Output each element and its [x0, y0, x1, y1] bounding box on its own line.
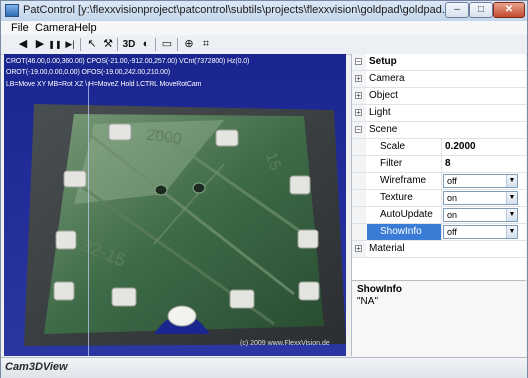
first-frame-icon[interactable]: ◀	[15, 37, 31, 52]
group-camera[interactable]: + Camera	[352, 71, 526, 88]
wrench-icon[interactable]: ⚒	[100, 37, 116, 52]
group-label: Object	[369, 90, 398, 101]
toolbar-separator	[80, 38, 81, 51]
group-scene[interactable]: − Scene	[352, 122, 526, 139]
view-3d-button[interactable]: 3D	[121, 37, 137, 52]
minimize-button[interactable]: –	[445, 2, 469, 18]
prop-name: Filter	[380, 158, 403, 169]
prop-texture[interactable]: Texture on ▼	[352, 190, 526, 207]
expand-icon[interactable]: +	[355, 245, 362, 253]
group-label: Light	[369, 107, 391, 118]
expand-icon[interactable]: +	[355, 75, 362, 83]
app-window: PatControl [y:\flexxvisionproject\patcon…	[0, 0, 528, 378]
pointer-icon[interactable]: ↖	[84, 37, 100, 52]
cursor-line	[88, 82, 89, 356]
menu-bar: File Camera Help	[1, 21, 527, 35]
menu-camera[interactable]: Camera	[35, 22, 74, 34]
controls-help: LB=Move XY MB=Rot XZ \ H=MoveZ Hold LCTR…	[6, 81, 202, 88]
chevron-down-icon[interactable]: ▼	[506, 226, 517, 238]
object-info: OROT(-19.00,0.00,0.00) OFOS(-19.00,242.0…	[6, 69, 170, 76]
prop-name: Texture	[380, 192, 413, 203]
pad-render: 2000 32-15 15	[4, 54, 346, 356]
last-frame-icon[interactable]: ▶|	[62, 37, 78, 52]
showinfo-select[interactable]: off ▼	[443, 225, 518, 239]
status-text: Cam3DView	[5, 361, 68, 373]
fit-view-icon[interactable]: ⊕	[181, 37, 197, 52]
frame-icon[interactable]: ▭	[159, 37, 175, 52]
camera-info: CROT(46.00,0.00,360.00) CPOS(-21.00,-912…	[6, 58, 250, 65]
prop-wireframe[interactable]: Wireframe off ▼	[352, 173, 526, 190]
chevron-down-icon[interactable]: ▼	[506, 175, 517, 187]
collapse-icon[interactable]: −	[355, 58, 362, 66]
group-light[interactable]: + Light	[352, 105, 526, 122]
chevron-down-icon[interactable]: ▼	[506, 209, 517, 221]
toolbar-separator	[177, 38, 178, 51]
expand-icon[interactable]: +	[355, 109, 362, 117]
title-bar[interactable]: PatControl [y:\flexxvisionproject\patcon…	[1, 1, 527, 22]
help-title: ShowInfo	[357, 284, 402, 295]
prop-name: Wireframe	[380, 175, 427, 186]
prop-autoupdate[interactable]: AutoUpdate on ▼	[352, 207, 526, 224]
group-label: Material	[369, 243, 405, 254]
collapse-icon[interactable]: −	[355, 126, 362, 134]
prop-scale[interactable]: Scale 0.2000	[352, 139, 526, 156]
watermark: (c) 2009 www.FlexxVision.de	[240, 340, 330, 347]
render-icon[interactable]: ◐	[138, 37, 154, 52]
close-button[interactable]: ✕	[493, 2, 525, 18]
maximize-button[interactable]: □	[469, 2, 493, 18]
window-title: PatControl [y:\flexxvisionproject\patcon…	[23, 4, 463, 16]
prop-name: AutoUpdate	[380, 209, 433, 220]
toolbar-separator	[155, 38, 156, 51]
3d-viewport[interactable]: 2000 32-15 15 CROT(46.00,0.00,360.00) CP…	[4, 54, 346, 356]
chevron-down-icon[interactable]: ▼	[506, 192, 517, 204]
group-label: Setup	[369, 56, 397, 67]
filter-value[interactable]: 8	[445, 158, 451, 169]
play-icon[interactable]: ▶	[32, 37, 48, 52]
expand-icon[interactable]: +	[355, 92, 362, 100]
prop-name: Scale	[380, 141, 406, 152]
group-label: Scene	[369, 124, 398, 135]
group-object[interactable]: + Object	[352, 88, 526, 105]
crop-icon[interactable]: ⌗	[198, 37, 214, 52]
status-bar: Cam3DView	[1, 357, 527, 378]
group-label: Camera	[369, 73, 405, 84]
menu-file[interactable]: File	[11, 22, 29, 34]
texture-select[interactable]: on ▼	[443, 191, 518, 205]
group-material[interactable]: + Material	[352, 241, 526, 258]
prop-filter[interactable]: Filter 8	[352, 156, 526, 173]
autoupdate-select[interactable]: on ▼	[443, 208, 518, 222]
help-description: "NA"	[357, 296, 378, 307]
toolbar-separator	[117, 38, 118, 51]
app-icon	[5, 4, 19, 17]
toolbar: ◀ ▶ ❚❚ ▶| ↖ ⚒ 3D ◐ ▭ ⊕ ⌗	[1, 35, 527, 55]
scale-value[interactable]: 0.2000	[445, 141, 476, 152]
prop-showinfo[interactable]: ShowInfo off ▼	[352, 224, 526, 241]
prop-name: ShowInfo	[380, 226, 422, 237]
group-setup[interactable]: − Setup	[352, 54, 526, 71]
menu-help[interactable]: Help	[74, 22, 97, 34]
wireframe-select[interactable]: off ▼	[443, 174, 518, 188]
pause-icon[interactable]: ❚❚	[47, 37, 63, 52]
property-panel: − Setup + Camera + Object + Light − Scen…	[351, 54, 526, 357]
property-grid: − Setup + Camera + Object + Light − Scen…	[352, 54, 526, 259]
property-help: ShowInfo "NA"	[352, 280, 526, 357]
